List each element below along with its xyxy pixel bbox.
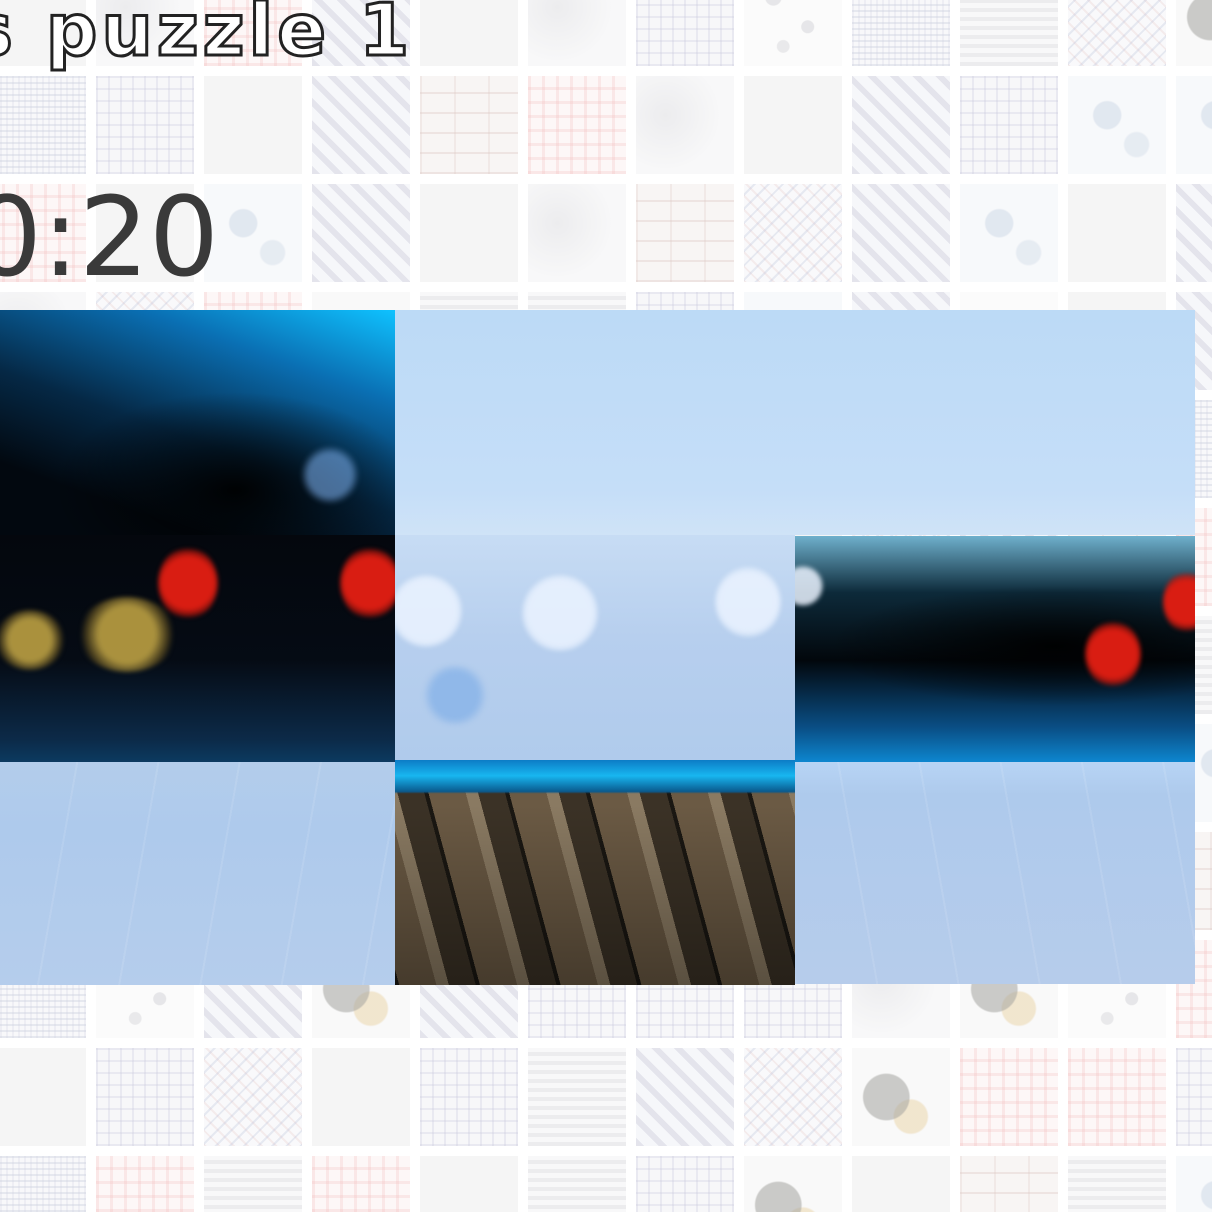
background-pattern-tile bbox=[744, 0, 842, 66]
background-pattern-tile bbox=[312, 1156, 410, 1212]
puzzle-tile-floor-faded-left[interactable] bbox=[0, 762, 395, 985]
background-pattern-tile bbox=[0, 1156, 86, 1212]
background-pattern-tile bbox=[636, 0, 734, 66]
background-pattern-tile bbox=[1176, 76, 1212, 174]
background-pattern-tile bbox=[852, 0, 950, 66]
bokeh-light bbox=[0, 610, 65, 670]
background-pattern-tile bbox=[636, 1048, 734, 1146]
background-pattern-tile bbox=[744, 1048, 842, 1146]
bokeh-light bbox=[795, 566, 823, 606]
background-pattern-tile bbox=[528, 184, 626, 282]
background-pattern-tile bbox=[0, 1048, 86, 1146]
puzzle-tile-night-left[interactable] bbox=[0, 310, 395, 535]
background-pattern-tile bbox=[960, 0, 1058, 66]
background-pattern-tile bbox=[1068, 1156, 1166, 1212]
background-pattern-tile bbox=[960, 1048, 1058, 1146]
background-pattern-tile bbox=[420, 184, 518, 282]
background-pattern-tile bbox=[528, 1048, 626, 1146]
background-pattern-tile bbox=[420, 1048, 518, 1146]
puzzle-tile-night-right[interactable] bbox=[795, 536, 1195, 762]
bokeh-light bbox=[1085, 621, 1141, 687]
background-pattern-tile bbox=[852, 184, 950, 282]
bokeh-light bbox=[522, 575, 598, 651]
background-pattern-tile bbox=[528, 76, 626, 174]
background-pattern-tile bbox=[744, 184, 842, 282]
background-pattern-tile bbox=[312, 1048, 410, 1146]
background-pattern-tile bbox=[852, 1156, 950, 1212]
background-pattern-tile bbox=[852, 1048, 950, 1146]
background-pattern-tile bbox=[1176, 1048, 1212, 1146]
background-pattern-tile bbox=[204, 76, 302, 174]
background-pattern-tile bbox=[1068, 0, 1166, 66]
background-pattern-tile bbox=[420, 0, 518, 66]
bokeh-light bbox=[715, 567, 781, 637]
background-pattern-tile bbox=[636, 1156, 734, 1212]
background-pattern-tile bbox=[852, 76, 950, 174]
background-pattern-tile bbox=[960, 184, 1058, 282]
background-pattern-tile bbox=[636, 184, 734, 282]
game-title: s puzzle 1 bbox=[0, 0, 414, 72]
background-pattern-tile bbox=[744, 1156, 842, 1212]
background-pattern-tile bbox=[204, 1156, 302, 1212]
background-pattern-tile bbox=[1176, 184, 1212, 282]
bokeh-light bbox=[77, 597, 177, 672]
background-pattern-tile bbox=[1176, 1156, 1212, 1212]
bokeh-light bbox=[1163, 571, 1195, 633]
game-screen: s puzzle 1 0:20 bbox=[0, 0, 1212, 1212]
puzzle-tile-wood-floor[interactable] bbox=[395, 760, 795, 985]
puzzle-tile-floor-faded-right[interactable] bbox=[795, 762, 1195, 984]
bokeh-light bbox=[158, 547, 218, 619]
background-pattern-tile bbox=[0, 76, 86, 174]
background-pattern-tile bbox=[1176, 0, 1212, 66]
puzzle-board bbox=[0, 310, 1195, 985]
background-pattern-tile bbox=[312, 184, 410, 282]
bokeh-light bbox=[300, 445, 360, 505]
background-pattern-tile bbox=[636, 76, 734, 174]
background-pattern-tile bbox=[420, 1156, 518, 1212]
puzzle-tile-sky-top-a[interactable] bbox=[395, 310, 795, 535]
wood-shading bbox=[395, 760, 795, 985]
background-pattern-tile bbox=[960, 76, 1058, 174]
background-pattern-tile bbox=[960, 1156, 1058, 1212]
background-pattern-tile bbox=[528, 0, 626, 66]
background-pattern-tile bbox=[1068, 184, 1166, 282]
background-pattern-tile bbox=[312, 76, 410, 174]
bokeh-light bbox=[420, 665, 490, 725]
background-pattern-tile bbox=[96, 1048, 194, 1146]
background-pattern-tile bbox=[420, 76, 518, 174]
bokeh-light bbox=[395, 575, 462, 647]
bokeh-light bbox=[340, 547, 395, 619]
puzzle-tile-sky-top-b[interactable] bbox=[795, 310, 1195, 535]
puzzle-tile-mist-mid[interactable] bbox=[395, 535, 795, 760]
background-pattern-tile bbox=[1068, 76, 1166, 174]
background-pattern-tile bbox=[528, 1156, 626, 1212]
timer-display: 0:20 bbox=[0, 173, 220, 301]
background-pattern-tile bbox=[1068, 1048, 1166, 1146]
background-pattern-tile bbox=[96, 1156, 194, 1212]
background-pattern-tile bbox=[96, 76, 194, 174]
puzzle-tile-night-left-low[interactable] bbox=[0, 535, 395, 762]
background-pattern-tile bbox=[204, 1048, 302, 1146]
background-pattern-tile bbox=[744, 76, 842, 174]
